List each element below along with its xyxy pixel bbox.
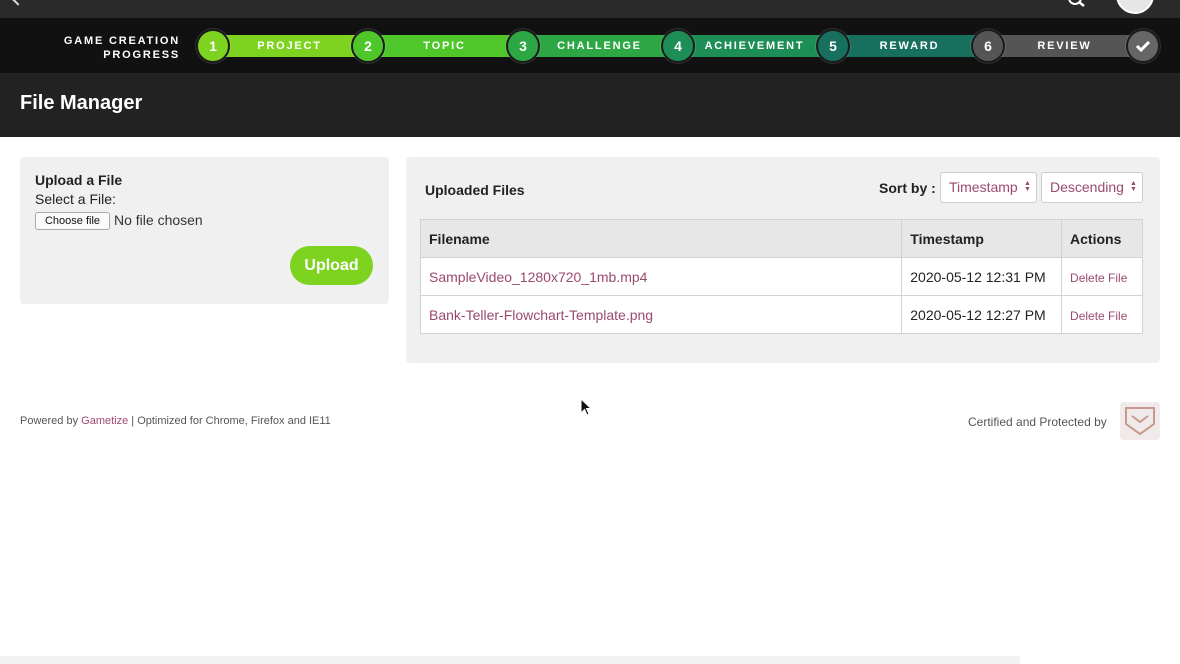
table-header-row: Filename Timestamp Actions [419, 219, 1143, 258]
upload-button[interactable]: Upload [290, 246, 373, 285]
checkmark-icon-svg [1135, 40, 1151, 53]
top-bar [0, 0, 1180, 18]
step-segment-challenge[interactable]: CHALLENGE [522, 35, 677, 57]
upload-title: Upload a File [35, 172, 123, 188]
game-creation-progress: GAME CREATION PROGRESS PROJECT TOPIC CHA… [0, 18, 1180, 73]
step-segment-reward[interactable]: REWARD [832, 35, 987, 57]
select-arrows-icon: ▲ ▼ [1024, 180, 1031, 193]
footer-powered-by: Powered by Gametize | Optimized for Chro… [20, 415, 331, 427]
choose-file-button[interactable]: Choose file [35, 212, 110, 230]
column-header-filename[interactable]: Filename [419, 219, 903, 258]
step-4-circle[interactable]: 4 [661, 29, 695, 63]
select-file-label: Select a File: [35, 191, 116, 207]
page-title: File Manager [20, 92, 143, 114]
upload-panel: Upload a File Select a File: Choose file… [20, 157, 389, 304]
footer-certified: Certified and Protected by [968, 415, 1107, 429]
table-row: Bank-Teller-Flowchart-Template.png 2020-… [419, 295, 1143, 334]
step-segment-topic[interactable]: TOPIC [367, 35, 522, 57]
checkmark-icon[interactable] [1126, 29, 1160, 63]
no-file-text: No file chosen [114, 212, 203, 228]
step-segment-project[interactable]: PROJECT [212, 35, 367, 57]
sort-order-select[interactable]: Descending ▲ ▼ [1041, 172, 1143, 203]
step-5-circle[interactable]: 5 [816, 29, 850, 63]
page-header: File Manager [0, 73, 1180, 137]
table-row: SampleVideo_1280x720_1mb.mp4 2020-05-12 … [419, 257, 1143, 296]
file-timestamp: 2020-05-12 12:31 PM [901, 257, 1063, 296]
uploaded-files-title: Uploaded Files [425, 182, 525, 198]
step-segment-review[interactable]: REVIEW [987, 35, 1142, 57]
step-2-circle[interactable]: 2 [351, 29, 385, 63]
sort-field-value: Timestamp [949, 179, 1018, 195]
sort-order-value: Descending [1050, 179, 1124, 195]
sort-field-select[interactable]: Timestamp ▲ ▼ [940, 172, 1037, 203]
security-shield-icon[interactable] [1120, 402, 1160, 440]
files-table: Filename Timestamp Actions SampleVideo_1… [419, 219, 1143, 334]
search-icon[interactable] [1068, 0, 1086, 8]
step-segment-achievement[interactable]: ACHIEVEMENT [677, 35, 832, 57]
bottom-scroll-area [0, 656, 1020, 664]
delete-file-link[interactable]: Delete File [1070, 309, 1127, 323]
uploaded-files-panel: Uploaded Files Sort by : Timestamp ▲ ▼ De… [406, 157, 1160, 363]
step-1-circle[interactable]: 1 [196, 29, 230, 63]
back-icon[interactable] [12, 0, 24, 6]
progress-label: GAME CREATION PROGRESS [63, 35, 180, 61]
file-link[interactable]: Bank-Teller-Flowchart-Template.png [429, 307, 653, 323]
file-timestamp: 2020-05-12 12:27 PM [901, 295, 1063, 334]
gametize-link[interactable]: Gametize [81, 415, 128, 427]
mouse-cursor-icon [580, 398, 592, 416]
step-3-circle[interactable]: 3 [506, 29, 540, 63]
step-6-circle[interactable]: 6 [971, 29, 1005, 63]
select-arrows-icon: ▲ ▼ [1130, 180, 1137, 193]
column-header-timestamp[interactable]: Timestamp [901, 219, 1063, 258]
avatar[interactable] [1116, 0, 1154, 14]
sort-label: Sort by : [879, 180, 936, 196]
file-link[interactable]: SampleVideo_1280x720_1mb.mp4 [429, 269, 647, 285]
column-header-actions: Actions [1061, 219, 1143, 258]
delete-file-link[interactable]: Delete File [1070, 271, 1127, 285]
